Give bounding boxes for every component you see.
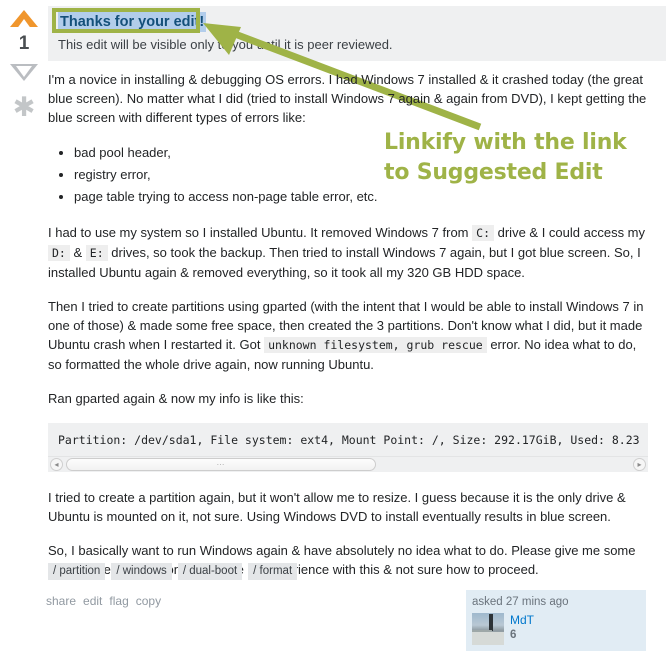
share-link[interactable]: share [46, 594, 76, 608]
question-post-page: 1 ✱ Thanks for your edit! This edit will… [0, 0, 666, 658]
paragraph-gparted: Then I tried to create partitions using … [48, 297, 652, 374]
text-fragment: & [73, 245, 83, 260]
list-item: registry error, [74, 164, 652, 186]
tag-windows[interactable]: / windows [111, 563, 172, 580]
vote-column: 1 ✱ [6, 10, 42, 121]
code-block-horizontal-scrollbar[interactable]: ◂ ⋯ ▸ [48, 456, 648, 472]
text-fragment: drives, so took the backup. Then tried t… [48, 245, 641, 280]
inline-code-drive-e: E: [85, 245, 108, 261]
user-reputation: 6 [510, 629, 517, 641]
error-list: bad pool header, registry error, page ta… [48, 142, 652, 208]
user-details: MdT 6 [472, 613, 640, 645]
scroll-left-arrow-icon[interactable]: ◂ [50, 458, 63, 471]
scroll-right-arrow-icon[interactable]: ▸ [633, 458, 646, 471]
list-item: page table trying to access non-page tab… [74, 186, 652, 208]
paragraph-resize: I tried to create a partition again, but… [48, 490, 626, 524]
post-body: I'm a novice in installing & debugging O… [48, 70, 652, 594]
vote-up-button[interactable] [6, 10, 42, 32]
favorite-star-icon[interactable]: ✱ [6, 94, 42, 121]
edit-link[interactable]: edit [83, 594, 102, 608]
code-block-container: Partition: /dev/sda1, File system: ext4,… [48, 423, 648, 472]
inline-code-drive-d: D: [48, 245, 70, 261]
paragraph-gparted-info: Ran gparted again & now my info is like … [48, 391, 304, 406]
text-fragment: I had to use my system so I installed Ub… [48, 225, 469, 240]
edit-banner-body: This edit will be visible only to you un… [58, 37, 393, 52]
inline-code-grub-error: unknown filesystem, grub rescue [264, 337, 487, 353]
vote-down-arrow-notch [16, 66, 32, 77]
vote-down-button[interactable] [6, 64, 42, 86]
paragraph-intro: I'm a novice in installing & debugging O… [48, 72, 647, 125]
avatar-foreground-shape [472, 632, 504, 645]
scrollbar-thumb[interactable]: ⋯ [66, 458, 376, 471]
user-card: asked 27 mins ago MdT 6 [466, 590, 646, 651]
avatar-tower-shape [489, 614, 493, 631]
tag-format[interactable]: / format [248, 563, 298, 580]
flag-link[interactable]: flag [109, 594, 128, 608]
user-name-link[interactable]: MdT [510, 613, 534, 628]
inline-code-drive-c: C: [472, 225, 494, 241]
edit-banner-title[interactable]: Thanks for your edit! [58, 12, 207, 32]
text-fragment: drive & I could access my [497, 225, 646, 240]
user-meta: MdT 6 [510, 613, 534, 643]
post-actions: share edit flag copy [46, 594, 168, 608]
tag-list: / partition / windows / dual-boot / format [48, 562, 303, 580]
code-block-text: Partition: /dev/sda1, File system: ext4,… [58, 433, 640, 447]
list-item: bad pool header, [74, 142, 652, 164]
paragraph-ubuntu-install: I had to use my system so I installed Ub… [48, 223, 652, 282]
edit-notification-banner: Thanks for your edit! This edit will be … [48, 6, 666, 61]
tag-partition[interactable]: / partition [48, 563, 106, 580]
user-action-time: asked 27 mins ago [472, 596, 569, 608]
vote-up-arrow-notch [16, 19, 32, 30]
tag-dual-boot[interactable]: / dual-boot [177, 563, 243, 580]
vote-count: 1 [18, 33, 30, 54]
user-avatar-photo[interactable] [472, 613, 504, 645]
copy-link[interactable]: copy [136, 594, 161, 608]
